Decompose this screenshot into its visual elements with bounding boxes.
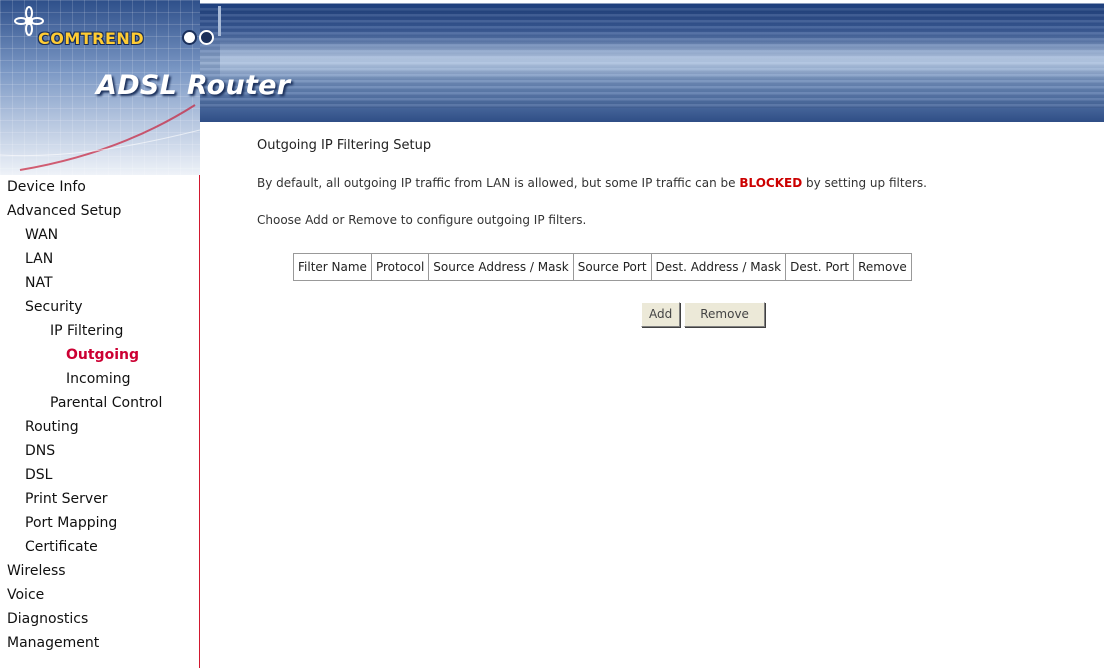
sidebar-item-wireless[interactable]: Wireless	[0, 559, 199, 583]
add-button[interactable]: Add	[641, 302, 681, 327]
sidebar-item-nat[interactable]: NAT	[0, 271, 199, 295]
hint-text: Choose Add or Remove to configure outgoi…	[257, 213, 587, 227]
sidebar-item-incoming[interactable]: Incoming	[0, 367, 199, 391]
content-panel	[200, 122, 1104, 668]
sidebar-item-dsl[interactable]: DSL	[0, 463, 199, 487]
page-title: Outgoing IP Filtering Setup	[257, 138, 432, 153]
brand-name: COMTREND	[38, 29, 145, 48]
sidebar-item-advanced-setup[interactable]: Advanced Setup	[0, 199, 199, 223]
column-header-dest-address-mask: Dest. Address / Mask	[651, 254, 787, 281]
product-title: ADSL Router	[96, 70, 291, 101]
intro-text-start: By default, all outgoing IP traffic from…	[257, 176, 740, 190]
sidebar-item-ip-filtering[interactable]: IP Filtering	[0, 319, 199, 343]
sidebar-item-lan[interactable]: LAN	[0, 247, 199, 271]
intro-text: By default, all outgoing IP traffic from…	[257, 176, 927, 190]
remove-button[interactable]: Remove	[684, 302, 765, 327]
blocked-emphasis: BLOCKED	[739, 176, 803, 190]
action-buttons: Add Remove	[641, 302, 765, 327]
sidebar-item-wan[interactable]: WAN	[0, 223, 199, 247]
column-header-dest-port: Dest. Port	[786, 254, 855, 281]
sidebar-item-print-server[interactable]: Print Server	[0, 487, 199, 511]
column-header-remove: Remove	[854, 254, 912, 281]
sidebar-item-management[interactable]: Management	[0, 631, 199, 655]
column-header-protocol: Protocol	[371, 254, 430, 281]
sidebar-item-certificate[interactable]: Certificate	[0, 535, 199, 559]
sidebar-item-diagnostics[interactable]: Diagnostics	[0, 607, 199, 631]
sidebar-item-voice[interactable]: Voice	[0, 583, 199, 607]
header-divider	[218, 6, 221, 36]
column-header-source-address-mask: Source Address / Mask	[429, 254, 574, 281]
outgoing-filter-table: Filter Name Protocol Source Address / Mask…	[293, 253, 912, 281]
sidebar-item-routing[interactable]: Routing	[0, 415, 199, 439]
brand-dots-icon	[182, 30, 216, 49]
intro-text-end: by setting up filters.	[802, 176, 927, 190]
sidebar-item-parental-control[interactable]: Parental Control	[0, 391, 199, 415]
table-header-row: Filter Name Protocol Source Address / Mask…	[294, 254, 912, 281]
sidebar-item-security[interactable]: Security	[0, 295, 199, 319]
sidebar-menu: Device Info Advanced Setup WAN LAN NAT Securi…	[0, 175, 199, 655]
sidebar-item-port-mapping[interactable]: Port Mapping	[0, 511, 199, 535]
column-header-source-port: Source Port	[573, 254, 652, 281]
sidebar-item-outgoing[interactable]: Outgoing	[0, 343, 199, 367]
header-light-band	[220, 40, 1104, 80]
red-swoosh-decoration	[0, 104, 200, 171]
sidebar-item-dns[interactable]: DNS	[0, 439, 199, 463]
sidebar-nav: Device Info Advanced Setup WAN LAN NAT Securi…	[0, 175, 200, 668]
column-header-filter-name: Filter Name	[294, 254, 372, 281]
sidebar-item-device-info[interactable]: Device Info	[0, 175, 199, 199]
